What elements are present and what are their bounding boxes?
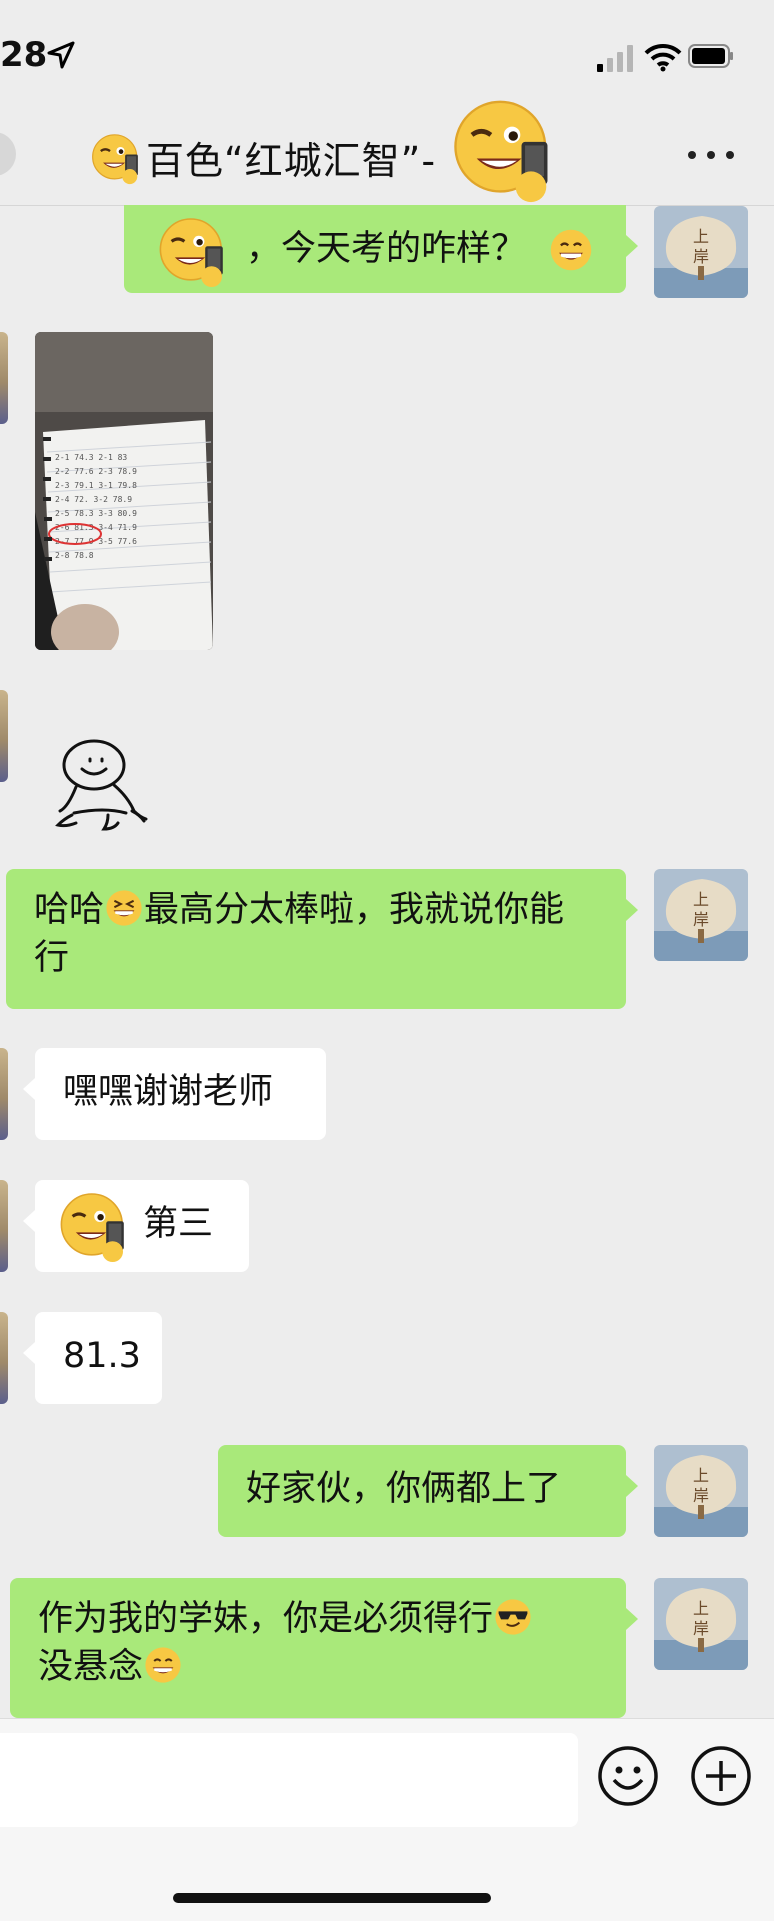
status-bar: 28 xyxy=(0,0,774,110)
other-avatar[interactable] xyxy=(0,332,8,424)
self-avatar[interactable] xyxy=(654,869,748,961)
svg-text:2-2 77.6 2-3 78.9: 2-2 77.6 2-3 78.9 xyxy=(55,467,137,476)
photo-message[interactable]: 2-1 74.3 2-1 83 2-2 77.6 2-3 78.9 2-3 79… xyxy=(35,332,213,650)
message-text: 第三 xyxy=(143,1204,214,1244)
message-text-part: 哈哈 xyxy=(34,890,105,930)
message-input[interactable] xyxy=(0,1733,578,1827)
smirk-phone-emoji-icon xyxy=(88,129,146,187)
svg-text:2-1 74.3 2-1 83: 2-1 74.3 2-1 83 xyxy=(55,453,127,462)
grin-emoji-icon xyxy=(548,227,594,273)
battery-icon xyxy=(688,44,733,68)
other-avatar[interactable] xyxy=(0,1048,8,1140)
sent-message[interactable]: ，今天考的咋样？ xyxy=(124,205,638,293)
sent-message[interactable]: 哈哈 最高分太棒啦，我就说你能行 xyxy=(6,869,638,1009)
self-avatar[interactable] xyxy=(654,1578,748,1670)
svg-text:2-4 72. 3-2 78.9: 2-4 72. 3-2 78.9 xyxy=(55,495,132,504)
self-avatar[interactable] xyxy=(654,1445,748,1537)
self-avatar[interactable] xyxy=(654,206,748,298)
message-text-part: 没悬念 xyxy=(38,1647,144,1687)
input-bar xyxy=(0,1718,774,1921)
signal-icon xyxy=(597,45,633,72)
laughing-emoji-icon xyxy=(104,888,144,928)
message-text-part: 作为我的学妹，你是必须得行 xyxy=(38,1599,494,1639)
more-dot-icon xyxy=(726,151,734,159)
message-text: 好家伙，你俩都上了 xyxy=(246,1469,562,1509)
grin-emoji-icon xyxy=(143,1645,183,1685)
received-message[interactable]: 第三 xyxy=(23,1180,249,1272)
other-avatar[interactable] xyxy=(0,690,8,782)
sent-message[interactable]: 好家伙，你俩都上了 xyxy=(218,1445,638,1537)
other-avatar[interactable] xyxy=(0,1312,8,1404)
sent-message[interactable]: 作为我的学妹，你是必须得行 没悬念 xyxy=(10,1578,638,1718)
svg-text:2-8 78.8: 2-8 78.8 xyxy=(55,551,94,560)
chat-title-area: 百色“红城汇智”- xyxy=(88,110,436,205)
stick-figure-sticker[interactable] xyxy=(52,735,164,835)
message-text: 81.3 xyxy=(63,1336,141,1376)
cool-emoji-icon xyxy=(493,1597,533,1637)
chat-header: 百色“红城汇智”- xyxy=(0,110,774,206)
more-dot-icon xyxy=(707,151,715,159)
wifi-icon xyxy=(644,43,682,72)
message-text: 嘿嘿谢谢老师 xyxy=(63,1072,274,1112)
smirk-phone-emoji-icon xyxy=(154,211,234,291)
smirk-phone-emoji-icon xyxy=(446,90,564,208)
status-time: 28 xyxy=(0,35,48,75)
svg-text:2-7 77.9 3-5 77.6: 2-7 77.9 3-5 77.6 xyxy=(55,537,137,546)
home-indicator xyxy=(173,1893,491,1903)
plus-icon[interactable] xyxy=(690,1745,752,1807)
smirk-phone-emoji-icon xyxy=(55,1186,135,1266)
back-button[interactable] xyxy=(0,132,16,176)
handwritten-notes-image: 2-1 74.3 2-1 83 2-2 77.6 2-3 78.9 2-3 79… xyxy=(35,332,213,650)
message-text: ，今天考的咋样？ xyxy=(246,229,527,269)
chat-title: 百色“红城汇智”- xyxy=(146,139,437,183)
received-message[interactable]: 81.3 xyxy=(23,1312,162,1404)
other-avatar[interactable] xyxy=(0,1180,8,1272)
received-message[interactable]: 嘿嘿谢谢老师 xyxy=(23,1048,326,1140)
smile-icon[interactable] xyxy=(597,1745,659,1807)
location-arrow-icon xyxy=(47,41,75,69)
svg-text:2-3 79.1 3-1 79.8: 2-3 79.1 3-1 79.8 xyxy=(55,481,137,490)
svg-text:2-5 78.3 3-3 80.9: 2-5 78.3 3-3 80.9 xyxy=(55,509,137,518)
more-button[interactable] xyxy=(688,145,734,165)
more-dot-icon xyxy=(688,151,696,159)
